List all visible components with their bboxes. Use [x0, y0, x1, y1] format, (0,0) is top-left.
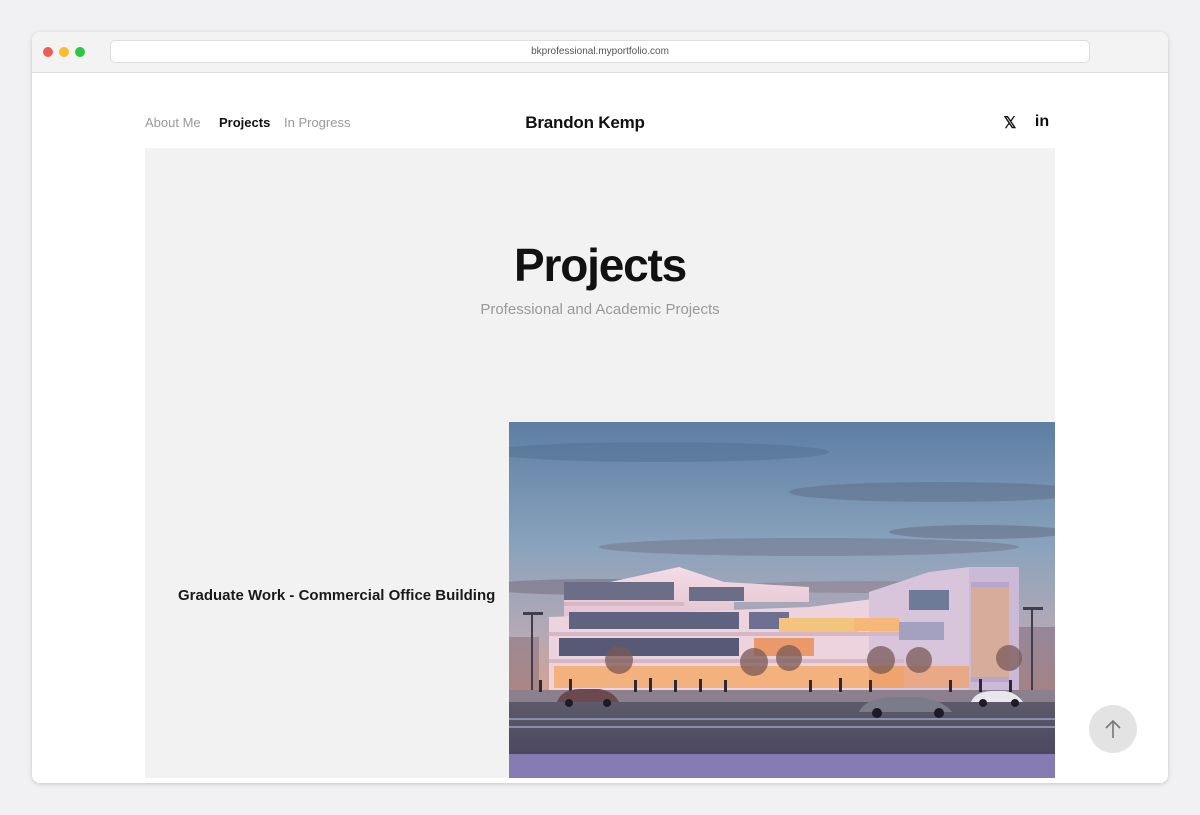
page-title: Projects [514, 239, 687, 291]
nav-projects[interactable]: Projects [219, 115, 270, 130]
back-to-top-button[interactable] [1089, 705, 1137, 753]
address-bar[interactable]: bkprofessional.myportfolio.com [110, 40, 1090, 63]
project-title[interactable]: Graduate Work - Commercial Office Buildi… [178, 587, 498, 604]
close-window-button[interactable] [43, 47, 53, 57]
site-brand[interactable]: Brandon Kemp [500, 113, 670, 133]
minimize-window-button[interactable] [59, 47, 69, 57]
x-icon[interactable]: 𝕏 [1000, 113, 1020, 133]
linkedin-icon[interactable]: in [1032, 113, 1052, 131]
browser-window: bkprofessional.myportfolio.com About Me … [32, 32, 1168, 783]
building-rendering-image [509, 422, 1055, 778]
page-subtitle: Professional and Academic Projects [480, 301, 720, 318]
arrow-up-icon [1105, 719, 1121, 738]
browser-titlebar: bkprofessional.myportfolio.com [32, 32, 1168, 73]
nav-in-progress[interactable]: In Progress [284, 115, 350, 130]
maximize-window-button[interactable] [75, 47, 85, 57]
projects-panel: Projects Professional and Academic Proje… [145, 148, 1055, 778]
project-cover-image[interactable] [509, 422, 1055, 778]
nav-about-me[interactable]: About Me [145, 115, 201, 130]
